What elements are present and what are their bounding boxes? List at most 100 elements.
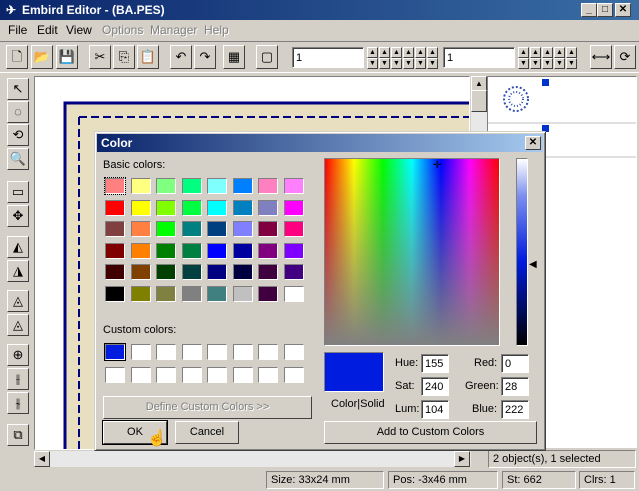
- copy-icon[interactable]: ⎘: [113, 45, 135, 69]
- green-input[interactable]: [501, 377, 529, 396]
- mirror-icon[interactable]: ⟷: [590, 45, 612, 69]
- down-icon[interactable]: ▼: [542, 58, 553, 69]
- color-swatch[interactable]: [207, 367, 227, 383]
- rotate-left-icon[interactable]: ◬: [7, 290, 29, 312]
- value-field-2[interactable]: [443, 47, 515, 68]
- color-swatch[interactable]: [258, 286, 278, 302]
- color-swatch[interactable]: [258, 221, 278, 238]
- color-swatch[interactable]: [258, 367, 278, 383]
- down-icon[interactable]: ▼: [554, 58, 565, 69]
- undo-icon[interactable]: ↶: [170, 45, 192, 69]
- lum-input[interactable]: [421, 400, 449, 419]
- rotate-icon[interactable]: ⟳: [614, 45, 636, 69]
- color-swatch[interactable]: [283, 199, 304, 216]
- up-icon[interactable]: ▲: [427, 47, 438, 58]
- color-swatch[interactable]: [105, 367, 125, 383]
- up-icon[interactable]: ▲: [379, 47, 390, 58]
- redo-icon[interactable]: ↷: [194, 45, 216, 69]
- color-swatch[interactable]: [258, 242, 278, 259]
- color-swatch[interactable]: [105, 221, 125, 238]
- color-swatch[interactable]: [181, 199, 202, 216]
- sat-input[interactable]: [421, 377, 449, 396]
- dialog-close-icon[interactable]: ✕: [525, 136, 541, 150]
- down-icon[interactable]: ▼: [391, 58, 402, 69]
- close-button[interactable]: ✕: [615, 3, 631, 17]
- menu-edit[interactable]: Edit: [37, 23, 58, 37]
- define-custom-colors-button[interactable]: Define Custom Colors >>: [103, 396, 312, 419]
- hue-input[interactable]: [421, 354, 449, 373]
- color-swatch[interactable]: [156, 221, 176, 238]
- color-swatch[interactable]: [258, 199, 278, 216]
- color-swatch[interactable]: [105, 199, 125, 216]
- down-icon[interactable]: ▼: [367, 58, 378, 69]
- menu-help[interactable]: Help: [204, 23, 229, 37]
- color-swatch[interactable]: [181, 286, 202, 302]
- color-swatch[interactable]: [232, 367, 253, 383]
- color-swatch[interactable]: [130, 242, 151, 259]
- scroll-left-icon[interactable]: ◀: [34, 451, 50, 467]
- zoom-icon[interactable]: 🔍: [7, 148, 29, 170]
- rotate-tool-icon[interactable]: ⟲: [7, 124, 29, 146]
- color-swatch[interactable]: [130, 367, 151, 383]
- color-swatch[interactable]: [207, 286, 227, 302]
- color-swatch[interactable]: [156, 367, 176, 383]
- color-swatch[interactable]: [232, 221, 253, 238]
- color-swatch[interactable]: [105, 242, 125, 259]
- up-icon[interactable]: ▲: [391, 47, 402, 58]
- rotate-right-icon[interactable]: ◬: [7, 314, 29, 336]
- color-swatch[interactable]: [207, 178, 227, 194]
- color-swatch[interactable]: [181, 221, 202, 238]
- color-swatch[interactable]: [232, 242, 253, 259]
- down-icon[interactable]: ▼: [566, 58, 577, 69]
- up-icon[interactable]: ▲: [542, 47, 553, 58]
- color-swatch[interactable]: [258, 178, 278, 194]
- frame-icon[interactable]: ▢: [256, 45, 278, 69]
- color-swatch[interactable]: [232, 199, 253, 216]
- color-swatch[interactable]: [130, 286, 151, 302]
- horizontal-scrollbar[interactable]: ◀ ▶: [34, 451, 471, 467]
- color-swatch[interactable]: [130, 221, 151, 238]
- grid-icon[interactable]: ▦: [223, 45, 245, 69]
- move-icon[interactable]: ✥: [7, 205, 29, 227]
- up-icon[interactable]: ▲: [566, 47, 577, 58]
- color-spectrum[interactable]: [324, 158, 500, 346]
- luminance-arrow-icon[interactable]: ◀: [529, 259, 537, 270]
- color-swatch[interactable]: [105, 264, 125, 281]
- value-field-1[interactable]: [292, 47, 364, 68]
- scroll-thumb[interactable]: [471, 90, 487, 112]
- paste-icon[interactable]: 📋: [137, 45, 159, 69]
- flip-vertical-icon[interactable]: ◮: [7, 260, 29, 282]
- blue-input[interactable]: [501, 400, 529, 419]
- flip-horizontal-icon[interactable]: ◭: [7, 236, 29, 258]
- scroll-right-icon[interactable]: ▶: [454, 451, 470, 467]
- down-icon[interactable]: ▼: [427, 58, 438, 69]
- menu-manager[interactable]: Manager: [150, 23, 197, 37]
- color-swatch[interactable]: [283, 178, 304, 194]
- menu-file[interactable]: File: [8, 23, 27, 37]
- add-to-custom-colors-button[interactable]: Add to Custom Colors: [324, 421, 537, 444]
- color-swatch[interactable]: [156, 199, 176, 216]
- color-swatch[interactable]: [104, 343, 126, 361]
- color-swatch[interactable]: [232, 264, 253, 281]
- up-icon[interactable]: ▲: [403, 47, 414, 58]
- color-swatch[interactable]: [283, 286, 304, 302]
- up-icon[interactable]: ▲: [554, 47, 565, 58]
- color-swatch[interactable]: [207, 242, 227, 259]
- color-swatch[interactable]: [207, 344, 227, 360]
- color-swatch[interactable]: [283, 221, 304, 238]
- down-icon[interactable]: ▼: [530, 58, 541, 69]
- color-swatch[interactable]: [207, 199, 227, 216]
- color-swatch[interactable]: [207, 221, 227, 238]
- align-horizontal-icon[interactable]: ⫲: [7, 368, 29, 390]
- color-swatch[interactable]: [130, 199, 151, 216]
- color-swatch[interactable]: [283, 367, 304, 383]
- down-icon[interactable]: ▼: [415, 58, 426, 69]
- color-swatch[interactable]: [258, 264, 278, 281]
- open-icon[interactable]: 📂: [31, 45, 53, 69]
- color-swatch[interactable]: [181, 367, 202, 383]
- luminance-bar[interactable]: [516, 158, 528, 346]
- color-swatch[interactable]: [283, 344, 304, 360]
- save-icon[interactable]: 💾: [56, 45, 78, 69]
- menu-view[interactable]: View: [66, 23, 92, 37]
- minimize-button[interactable]: _: [581, 3, 597, 17]
